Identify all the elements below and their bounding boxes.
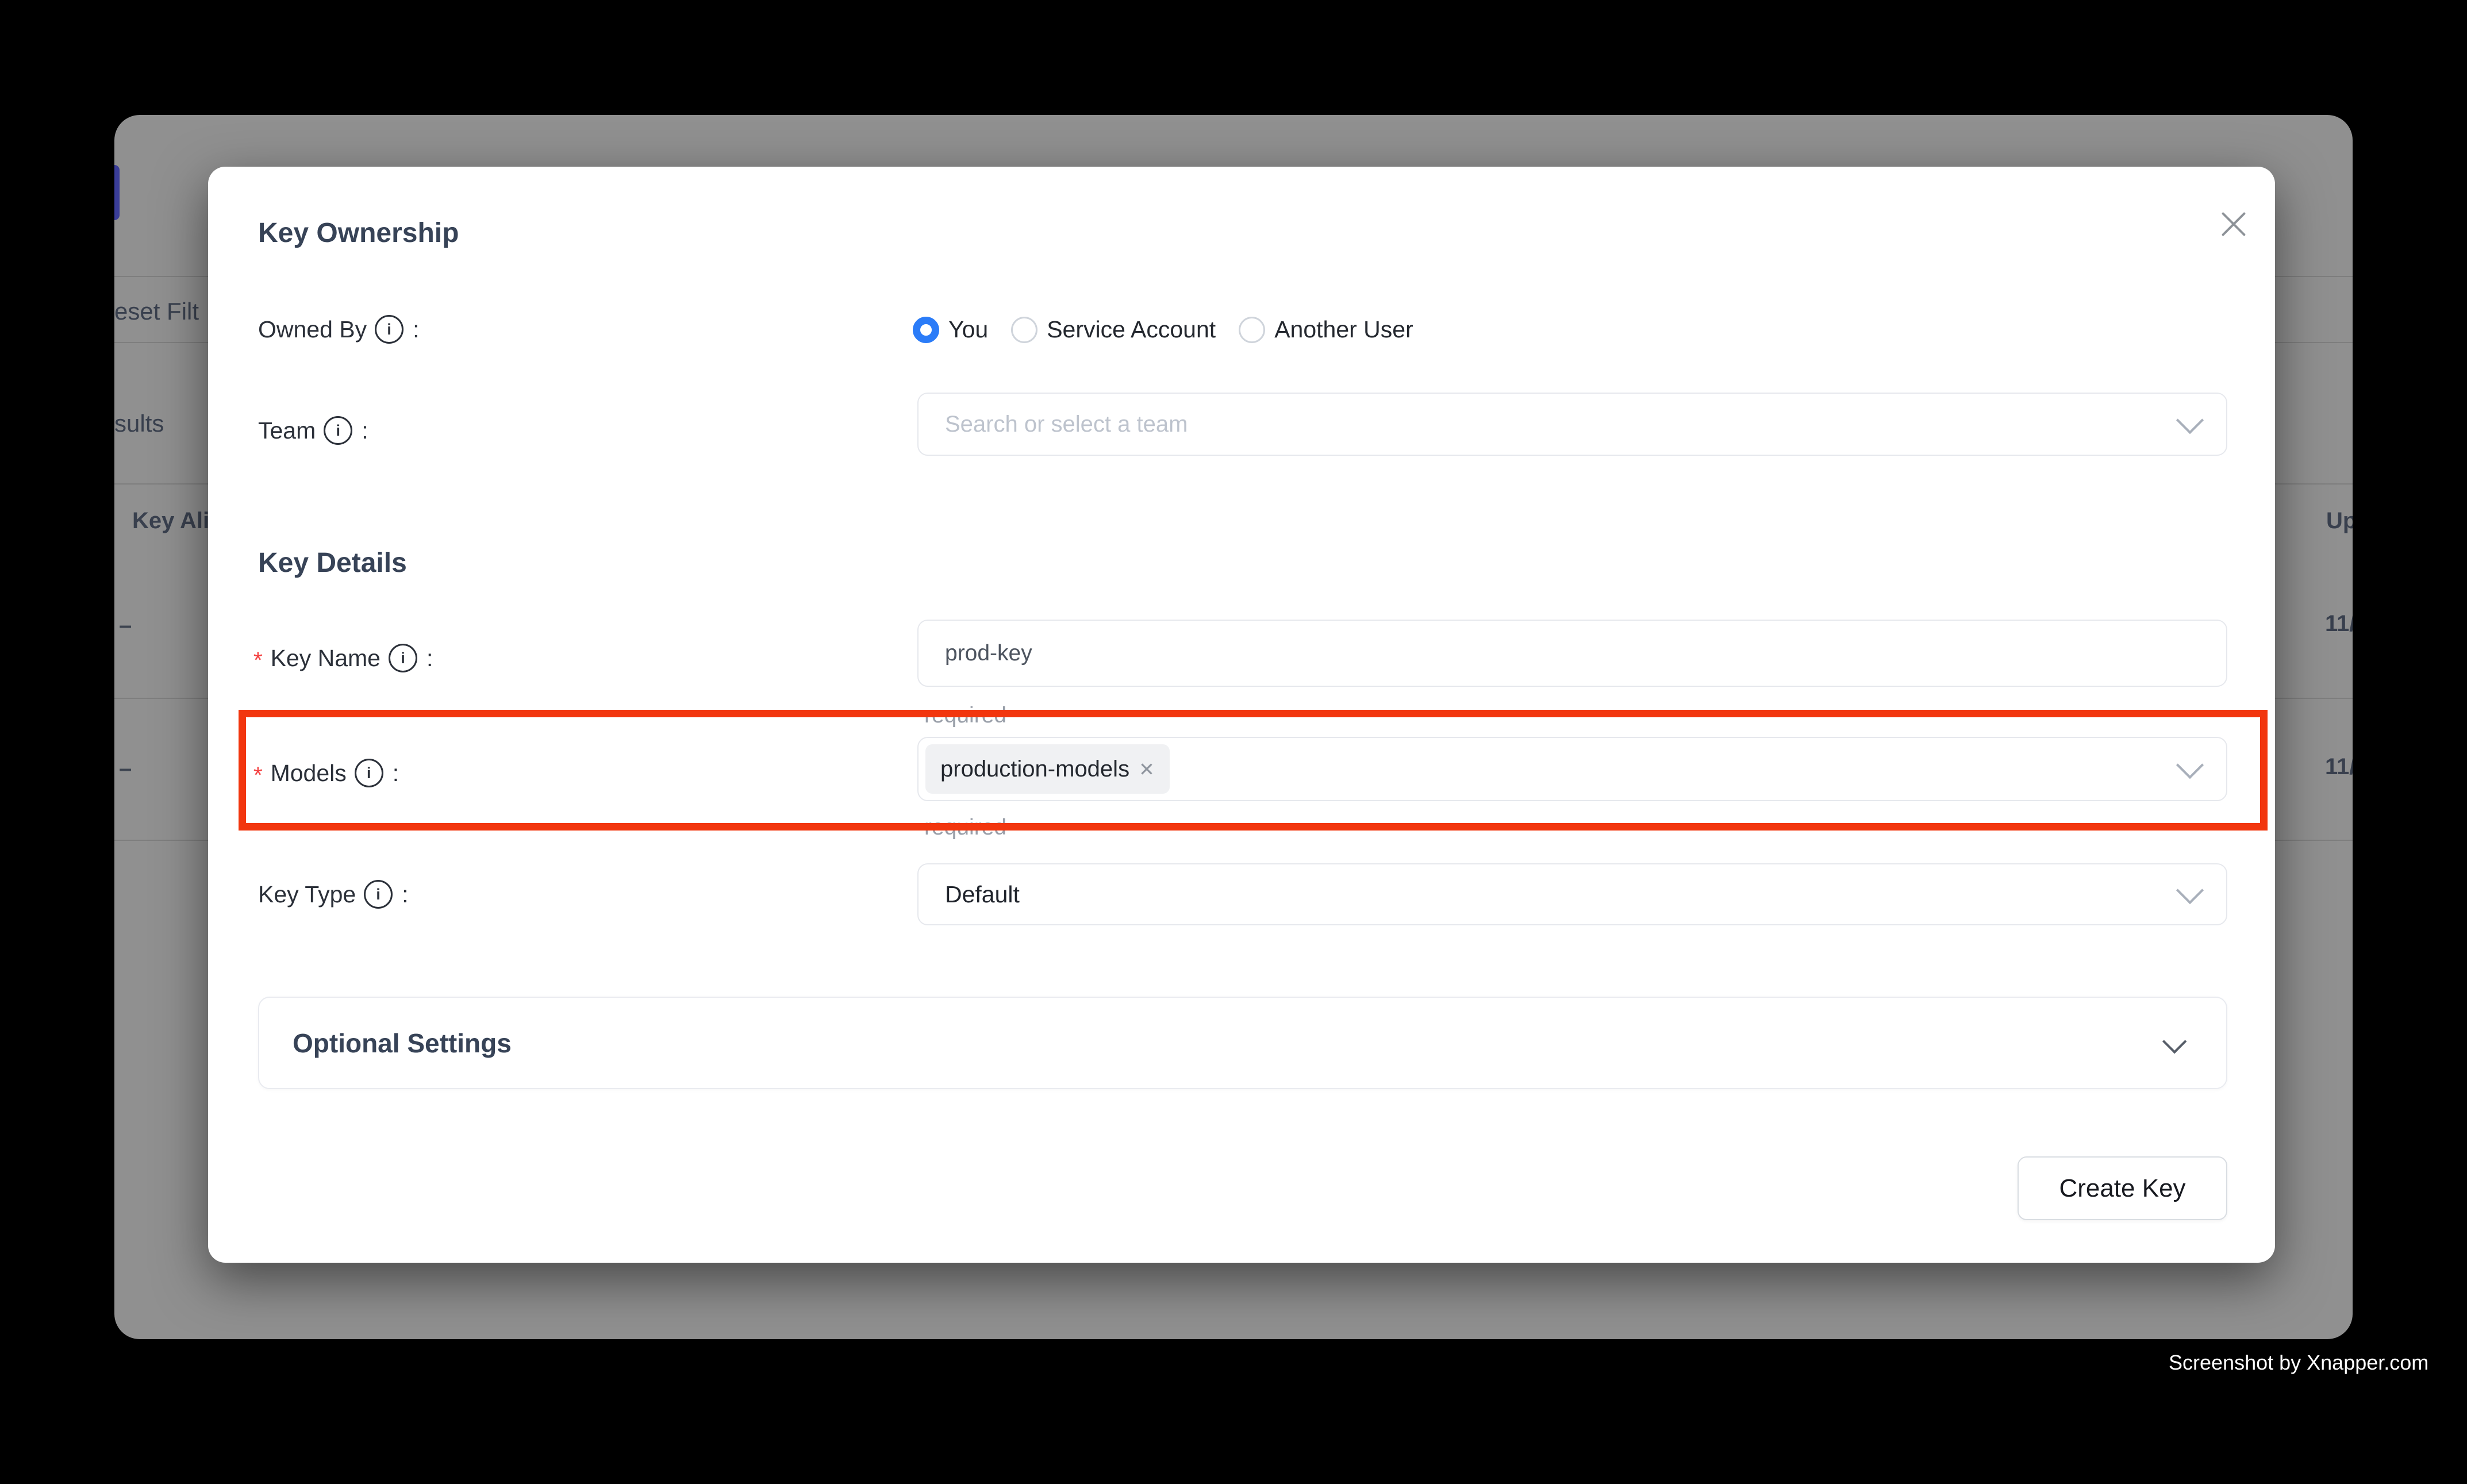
radio-label: Another User	[1274, 316, 1413, 343]
reset-filters-button-fragment: eset Filt	[114, 298, 199, 325]
create-key-button[interactable]: Create Key	[2018, 1156, 2227, 1220]
owned-by-label: Owned By i :	[258, 315, 420, 344]
radio-owned-by-another-user[interactable]: Another User	[1239, 316, 1413, 343]
radio-owned-by-service-account[interactable]: Service Account	[1011, 316, 1216, 343]
team-select[interactable]: Search or select a team	[917, 393, 2227, 456]
radio-label: You	[948, 316, 988, 343]
background-accent-button	[114, 165, 120, 220]
optional-settings-label: Optional Settings	[293, 1028, 512, 1059]
radio-unselected-icon[interactable]	[1239, 317, 1265, 343]
info-icon: i	[324, 416, 352, 445]
close-icon[interactable]	[2214, 205, 2253, 244]
team-label-text: Team	[258, 417, 316, 444]
radio-selected-icon[interactable]	[913, 317, 939, 343]
key-type-selected-value: Default	[919, 881, 1020, 908]
column-header-updated: Up	[2326, 508, 2353, 534]
table-cell-updated: 11/	[2325, 754, 2353, 780]
owned-by-radio-group: You Service Account Another User	[913, 316, 1413, 343]
annotation-highlight-box	[239, 710, 2268, 831]
watermark: Screenshot by Xnapper.com	[2169, 1351, 2428, 1375]
key-type-select[interactable]: Default	[917, 863, 2227, 925]
colon: :	[362, 417, 368, 444]
info-icon: i	[389, 644, 417, 672]
key-name-input[interactable]	[917, 620, 2227, 687]
radio-label: Service Account	[1047, 316, 1216, 343]
key-name-label: * Key Name i :	[253, 644, 433, 672]
required-asterisk: *	[253, 648, 263, 674]
colon: :	[426, 645, 433, 672]
owned-by-label-text: Owned By	[258, 316, 367, 343]
radio-unselected-icon[interactable]	[1011, 317, 1037, 343]
info-icon: i	[364, 880, 393, 909]
key-ownership-heading: Key Ownership	[258, 217, 459, 249]
optional-settings-toggle[interactable]: Optional Settings	[258, 997, 2227, 1089]
colon: :	[402, 881, 408, 908]
chevron-down-icon	[2162, 1029, 2187, 1053]
radio-owned-by-you[interactable]: You	[913, 316, 988, 343]
team-label: Team i :	[258, 416, 368, 445]
key-name-label-text: Key Name	[271, 645, 381, 672]
results-count-fragment: sults	[114, 410, 164, 437]
table-cell-key-alias: –	[119, 613, 132, 639]
info-icon: i	[375, 315, 404, 344]
key-type-label-text: Key Type	[258, 881, 356, 908]
key-type-label: Key Type i :	[258, 880, 409, 909]
team-select-placeholder: Search or select a team	[919, 412, 1188, 437]
chevron-down-icon	[2176, 876, 2204, 904]
key-details-heading: Key Details	[258, 547, 407, 579]
table-cell-key-alias: –	[119, 756, 132, 782]
table-cell-updated: 11/	[2325, 611, 2353, 637]
chevron-down-icon	[2176, 406, 2204, 434]
colon: :	[413, 316, 419, 343]
